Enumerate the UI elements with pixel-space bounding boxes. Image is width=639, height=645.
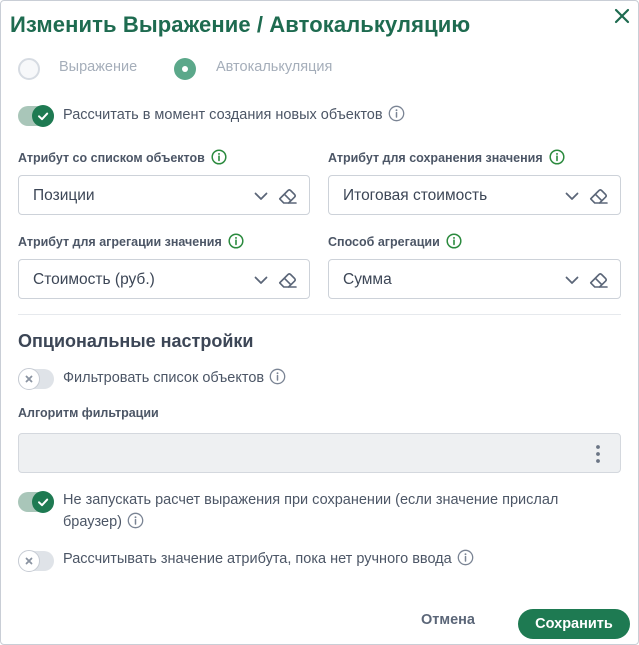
- toggle-calc-on-create-text: Рассчитать в момент создания новых объек…: [63, 105, 405, 126]
- agg-method-select[interactable]: Сумма: [328, 259, 621, 299]
- info-icon[interactable]: [127, 512, 144, 529]
- optional-settings-title: Опциональные настройки: [18, 331, 254, 351]
- radio-autocalc[interactable]: [174, 58, 196, 80]
- filter-algorithm-label: Алгоритм фильтрации: [18, 406, 159, 420]
- toggle-no-calc-on-save-label-line2: браузер): [63, 514, 122, 530]
- x-icon: [25, 557, 33, 565]
- save-attr-value: Итоговая стоимость: [343, 187, 488, 204]
- list-attr-label-wrap: Атрибут со списком объектов: [18, 149, 227, 165]
- toggle-calc-on-create[interactable]: [18, 105, 54, 127]
- agg-attr-label: Атрибут для агрегации значения: [18, 235, 222, 249]
- toggle-calc-until-manual[interactable]: [18, 550, 54, 572]
- close-button[interactable]: [611, 5, 633, 27]
- info-green-icon[interactable]: [446, 233, 462, 249]
- filter-algorithm-input: [18, 433, 621, 473]
- save-attr-label: Атрибут для сохранения значения: [328, 151, 543, 165]
- check-icon: [38, 498, 49, 507]
- info-green-icon[interactable]: [228, 233, 244, 249]
- agg-attr-select[interactable]: Стоимость (руб.): [18, 259, 310, 299]
- filter-algorithm-menu-button[interactable]: [591, 443, 605, 465]
- toggle-filter-list[interactable]: [18, 368, 54, 390]
- radio-expression[interactable]: [18, 58, 40, 80]
- agg-method-value: Сумма: [343, 271, 392, 288]
- radio-expression-label: Выражение: [59, 59, 138, 75]
- info-icon[interactable]: [269, 368, 286, 385]
- toggle-no-calc-on-save-text: Не запускать расчет выражения при сохран…: [63, 490, 603, 533]
- eraser-icon[interactable]: [277, 270, 299, 290]
- info-icon[interactable]: [388, 105, 405, 122]
- save-attr-label-wrap: Атрибут для сохранения значения: [328, 149, 565, 165]
- section-divider: [18, 314, 621, 315]
- chevron-down-icon[interactable]: [564, 188, 580, 204]
- chevron-down-icon[interactable]: [253, 188, 269, 204]
- radio-autocalc-label: Автокалькуляция: [216, 59, 333, 75]
- agg-attr-value: Стоимость (руб.): [33, 271, 155, 288]
- chevron-down-icon[interactable]: [253, 272, 269, 288]
- check-icon: [38, 112, 49, 121]
- toggle-filter-list-label: Фильтровать список объектов: [63, 370, 265, 386]
- eraser-icon[interactable]: [277, 186, 299, 206]
- edit-expression-dialog: Изменить Выражение / Автокалькуляцию Выр…: [0, 0, 639, 645]
- toggle-no-calc-on-save-label-line1: Не запускать расчет выражения при сохран…: [63, 492, 559, 508]
- toggle-filter-list-text: Фильтровать список объектов: [63, 368, 286, 389]
- dialog-title: Изменить Выражение / Автокалькуляцию: [10, 12, 471, 37]
- save-button[interactable]: Сохранить: [518, 609, 630, 639]
- cancel-button[interactable]: Отмена: [421, 612, 475, 628]
- info-icon[interactable]: [457, 549, 474, 566]
- eraser-icon[interactable]: [588, 270, 610, 290]
- kebab-icon: [596, 445, 600, 463]
- list-attr-label: Атрибут со списком объектов: [18, 151, 205, 165]
- info-green-icon[interactable]: [549, 149, 565, 165]
- agg-method-label: Способ агрегации: [328, 235, 440, 249]
- toggle-calc-until-manual-label: Рассчитывать значение атрибута, пока нет…: [63, 551, 452, 567]
- eraser-icon[interactable]: [588, 186, 610, 206]
- close-icon: [614, 8, 630, 24]
- agg-method-label-wrap: Способ агрегации: [328, 233, 462, 249]
- agg-attr-label-wrap: Атрибут для агрегации значения: [18, 233, 244, 249]
- save-attr-select[interactable]: Итоговая стоимость: [328, 175, 621, 215]
- toggle-calc-until-manual-text: Рассчитывать значение атрибута, пока нет…: [63, 549, 474, 570]
- toggle-calc-on-create-label: Рассчитать в момент создания новых объек…: [63, 107, 383, 123]
- info-green-icon[interactable]: [211, 149, 227, 165]
- list-attr-value: Позиции: [33, 187, 95, 204]
- x-icon: [25, 375, 33, 383]
- chevron-down-icon[interactable]: [564, 272, 580, 288]
- list-attr-select[interactable]: Позиции: [18, 175, 310, 215]
- toggle-no-calc-on-save[interactable]: [18, 491, 54, 513]
